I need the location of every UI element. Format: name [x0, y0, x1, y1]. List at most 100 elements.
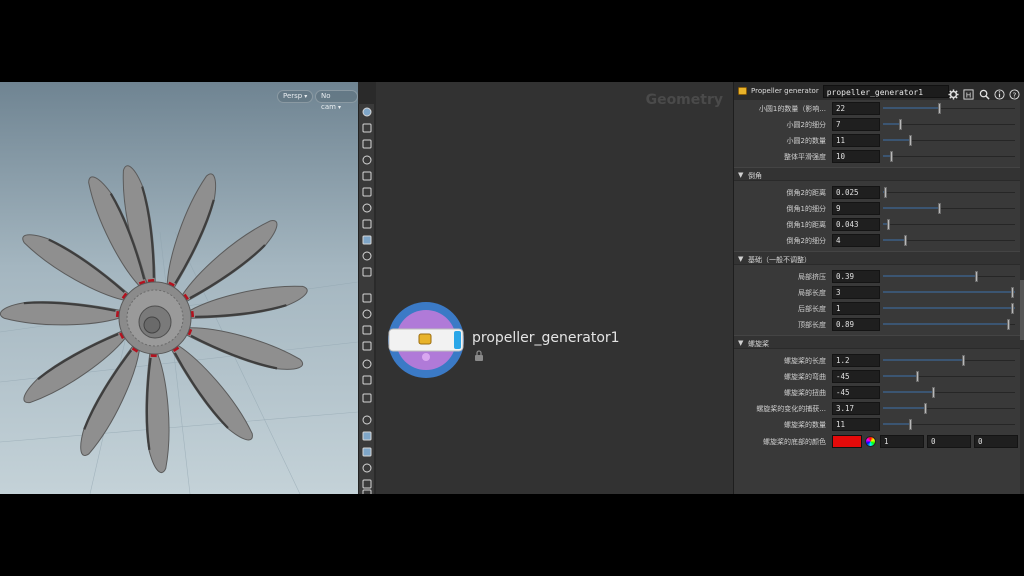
- info-icon[interactable]: [994, 85, 1006, 100]
- stop-icon[interactable]: [361, 488, 373, 494]
- frame-icon[interactable]: [361, 392, 373, 404]
- slider-handle[interactable]: [909, 419, 913, 430]
- lock-icon[interactable]: [474, 350, 484, 361]
- parameter-scrollbar[interactable]: [1020, 100, 1024, 494]
- slider-handle[interactable]: [889, 151, 893, 162]
- rotate-icon[interactable]: [361, 324, 373, 336]
- color-g-field[interactable]: 0: [927, 435, 971, 448]
- param-value-field[interactable]: 1.2: [832, 354, 880, 367]
- param-slider[interactable]: [883, 235, 1015, 246]
- param-value-field[interactable]: 11: [832, 134, 880, 147]
- collapse-triangle-icon[interactable]: ▼: [738, 339, 743, 347]
- param-slider[interactable]: [883, 303, 1015, 314]
- slider-handle[interactable]: [931, 387, 935, 398]
- param-slider[interactable]: [883, 271, 1015, 282]
- param-slider[interactable]: [883, 187, 1015, 198]
- brush-icon[interactable]: [361, 266, 373, 278]
- param-value-field[interactable]: 3: [832, 286, 880, 299]
- slider-handle[interactable]: [938, 103, 942, 114]
- help-icon[interactable]: ?: [1009, 85, 1021, 100]
- folder-header[interactable]: ▼ 倒角: [734, 167, 1024, 181]
- slider-handle[interactable]: [898, 119, 902, 130]
- camera-icon[interactable]: [361, 218, 373, 230]
- dot-icon[interactable]: [361, 292, 373, 304]
- lock-icon[interactable]: [361, 138, 373, 150]
- slider-handle[interactable]: [923, 403, 927, 414]
- measure-icon[interactable]: [361, 374, 373, 386]
- param-slider[interactable]: [883, 103, 1015, 114]
- perspective-menu[interactable]: Persp ▾: [277, 90, 314, 103]
- gear-icon[interactable]: [948, 85, 960, 100]
- slider-handle[interactable]: [1011, 287, 1014, 298]
- param-slider[interactable]: [883, 371, 1015, 382]
- slider-handle[interactable]: [1007, 319, 1011, 330]
- param-slider[interactable]: [883, 219, 1015, 230]
- slider-handle[interactable]: [1011, 303, 1014, 314]
- shape-icon[interactable]: [361, 446, 373, 458]
- slider-handle[interactable]: [886, 219, 890, 230]
- param-value-field[interactable]: 7: [832, 118, 880, 131]
- param-value-field[interactable]: 22: [832, 102, 880, 115]
- target-icon[interactable]: [361, 154, 373, 166]
- color-b-field[interactable]: 0: [974, 435, 1018, 448]
- camera-menu[interactable]: No cam ▾: [315, 90, 358, 111]
- color-wheel-icon[interactable]: [865, 436, 876, 447]
- slider-handle[interactable]: [962, 355, 966, 366]
- slider-handle[interactable]: [884, 187, 888, 198]
- search-icon[interactable]: [979, 85, 991, 100]
- param-value-field[interactable]: 1: [832, 302, 880, 315]
- folder-header[interactable]: ▼ 基础（一般不调整）: [734, 251, 1024, 265]
- collapse-triangle-icon[interactable]: ▼: [738, 171, 743, 179]
- param-slider[interactable]: [883, 319, 1015, 330]
- collapse-triangle-icon[interactable]: ▼: [738, 255, 743, 263]
- propeller-node[interactable]: [386, 300, 468, 380]
- color-swatch[interactable]: [832, 435, 862, 448]
- move-icon[interactable]: [361, 308, 373, 320]
- param-slider[interactable]: [883, 135, 1015, 146]
- param-value-field[interactable]: 10: [832, 150, 880, 163]
- param-slider[interactable]: [883, 355, 1015, 366]
- handle-icon[interactable]: [361, 358, 373, 370]
- param-value-field[interactable]: 4: [832, 234, 880, 247]
- paint-icon[interactable]: [361, 414, 373, 426]
- param-value-field[interactable]: -45: [832, 370, 880, 383]
- slider-handle[interactable]: [909, 135, 913, 146]
- param-slider[interactable]: [883, 119, 1015, 130]
- param-slider[interactable]: [883, 403, 1015, 414]
- pin-icon[interactable]: [361, 202, 373, 214]
- param-slider[interactable]: [883, 287, 1015, 298]
- wireframe-icon[interactable]: [361, 462, 373, 474]
- snap-icon[interactable]: [361, 250, 373, 262]
- scrollbar-thumb[interactable]: [1020, 280, 1024, 340]
- slider-handle[interactable]: [975, 271, 979, 282]
- param-value-field[interactable]: -45: [832, 386, 880, 399]
- param-slider[interactable]: [883, 419, 1015, 430]
- select-icon[interactable]: [361, 106, 373, 118]
- slider-handle[interactable]: [916, 371, 919, 382]
- folder-header[interactable]: ▼ 螺旋桨: [734, 335, 1024, 349]
- grid-icon[interactable]: [361, 234, 373, 246]
- network-editor[interactable]: Geometry propeller_generator1: [376, 82, 733, 494]
- view-icon[interactable]: [361, 122, 373, 134]
- param-slider[interactable]: [883, 387, 1015, 398]
- param-value-field[interactable]: 9: [832, 202, 880, 215]
- light-icon[interactable]: [361, 186, 373, 198]
- param-value-field[interactable]: 11: [832, 418, 880, 431]
- slider-handle[interactable]: [938, 203, 942, 214]
- propeller-render: [0, 165, 358, 494]
- scene-viewport[interactable]: Persp ▾ No cam ▾: [0, 82, 358, 494]
- param-value-field[interactable]: 0.39: [832, 270, 880, 283]
- scale-icon[interactable]: [361, 340, 373, 352]
- slider-handle[interactable]: [904, 235, 908, 246]
- param-slider[interactable]: [883, 151, 1015, 162]
- display-icon[interactable]: [361, 430, 373, 442]
- param-value-field[interactable]: 0.89: [832, 318, 880, 331]
- sphere-icon[interactable]: [361, 170, 373, 182]
- param-value-field[interactable]: 0.043: [832, 218, 880, 231]
- color-r-field[interactable]: 1: [880, 435, 924, 448]
- param-value-field[interactable]: 3.17: [832, 402, 880, 415]
- param-slider[interactable]: [883, 203, 1015, 214]
- type-properties-icon[interactable]: H: [963, 85, 975, 100]
- param-value-field[interactable]: 0.025: [832, 186, 880, 199]
- node-name-field[interactable]: propeller_generator1: [822, 84, 949, 98]
